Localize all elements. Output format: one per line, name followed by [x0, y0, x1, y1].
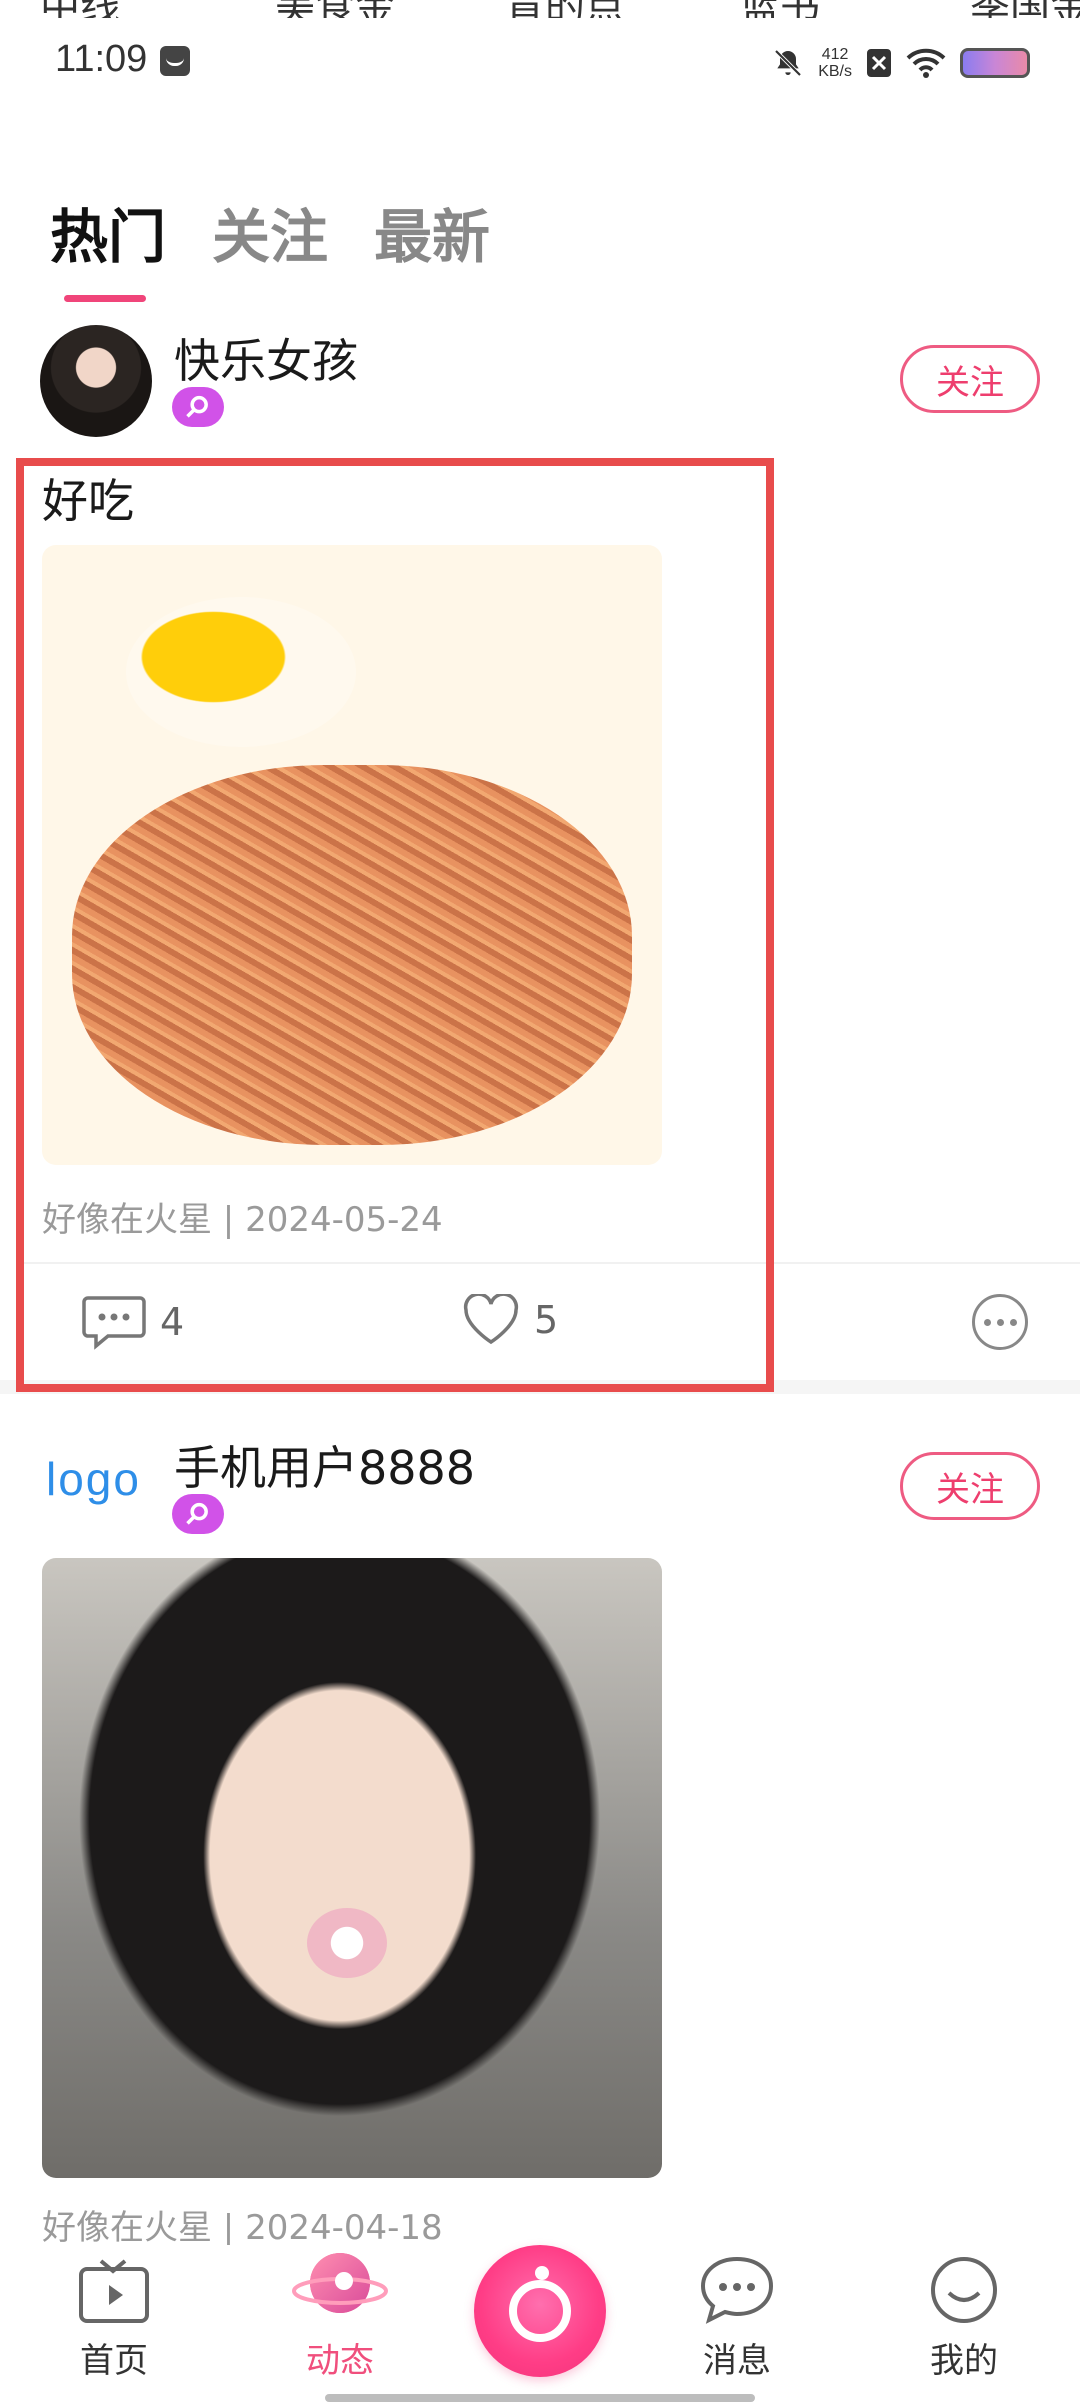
post-header: 快乐女孩 关注: [40, 325, 1040, 445]
username[interactable]: 快乐女孩: [174, 325, 358, 391]
female-badge-icon: [172, 387, 224, 427]
status-indicators: 412 KB/s: [772, 40, 1030, 86]
home-indicator[interactable]: [325, 2394, 755, 2402]
tab-latest[interactable]: 最新: [374, 190, 490, 274]
battery-icon: [960, 48, 1030, 78]
bottom-nav: 首页 动态 消息 我的: [0, 2245, 1080, 2408]
nav-messages-label: 消息: [703, 2341, 771, 2381]
post-meta: 好像在火星 | 2024-04-18: [42, 2208, 443, 2248]
nav-me-label: 我的: [930, 2341, 998, 2381]
more-options-button[interactable]: [972, 1294, 1028, 1350]
post-text: 好吃: [42, 474, 134, 528]
camera-icon: [509, 2266, 571, 2342]
tv-icon: [54, 2245, 174, 2325]
scrolled-top-strip: 中线 美食金 肯的点 蓝书 季国金: [0, 0, 1080, 18]
nav-home[interactable]: 首页: [54, 2245, 174, 2382]
heart-icon: [463, 1294, 519, 1345]
divider: [20, 1262, 1080, 1264]
cut-text-4: 蓝书: [740, 0, 820, 18]
follow-button[interactable]: 关注: [900, 345, 1040, 413]
follow-button[interactable]: 关注: [900, 1452, 1040, 1520]
publish-button[interactable]: [474, 2245, 606, 2377]
network-speed: 412 KB/s: [818, 46, 852, 80]
cut-text-3: 肯的点: [505, 0, 625, 18]
planet-icon: [280, 2245, 400, 2325]
feed-tabs: 热门 关注 最新: [50, 190, 490, 302]
bell-muted-icon: [774, 49, 802, 77]
tab-hot-label: 热门: [50, 203, 167, 271]
speed-unit: KB/s: [818, 63, 852, 80]
female-badge-icon: [172, 1494, 224, 1534]
cut-text-2: 美食金: [275, 0, 395, 18]
speed-value: 412: [821, 46, 849, 63]
like-button[interactable]: 5: [462, 1294, 558, 1346]
active-tab-indicator: [64, 295, 146, 302]
comment-button[interactable]: 4: [82, 1294, 184, 1350]
wifi-icon: [906, 48, 946, 78]
cut-text-5: 季国金: [970, 0, 1080, 18]
comment-icon: [82, 1296, 146, 1350]
sim-x-icon: [867, 49, 891, 77]
cut-text-1: 中线: [40, 0, 120, 18]
post-image[interactable]: [42, 1558, 662, 2178]
like-count: 5: [534, 1298, 559, 1342]
nav-feed-label: 动态: [306, 2341, 374, 2381]
status-time: 11:09: [55, 38, 148, 80]
tab-hot[interactable]: 热门: [50, 190, 167, 302]
post-header: logo 手机用户8888 关注: [40, 1432, 1040, 1552]
nav-messages[interactable]: 消息: [677, 2245, 797, 2382]
tab-following[interactable]: 关注: [212, 190, 328, 274]
status-bar: 11:09 412 KB/s: [0, 30, 1080, 96]
nav-me[interactable]: 我的: [904, 2245, 1024, 2382]
smile-icon: [904, 2245, 1024, 2325]
comment-count: 4: [160, 1300, 185, 1344]
mail-notification-icon: [160, 46, 190, 76]
post-image[interactable]: [42, 545, 662, 1165]
nav-home-label: 首页: [80, 2341, 148, 2381]
avatar-logo[interactable]: logo: [46, 1452, 141, 1506]
username[interactable]: 手机用户8888: [174, 1432, 475, 1498]
avatar[interactable]: [40, 325, 152, 437]
post-meta: 好像在火星 | 2024-05-24: [42, 1200, 443, 1240]
chat-bubble-icon: [677, 2245, 797, 2325]
post-separator: [0, 1380, 1080, 1394]
nav-feed[interactable]: 动态: [280, 2245, 400, 2382]
